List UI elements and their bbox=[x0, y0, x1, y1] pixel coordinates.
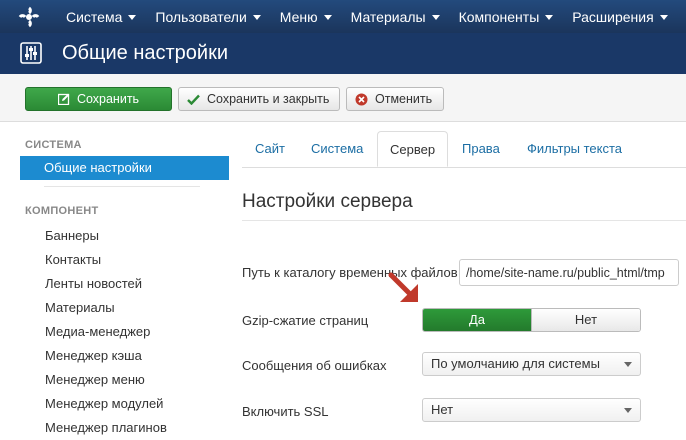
cancel-circle-icon bbox=[355, 93, 368, 106]
menu-components[interactable]: Компоненты bbox=[459, 9, 554, 25]
caret-down-icon bbox=[252, 15, 261, 20]
page-title: Общие настройки bbox=[62, 42, 228, 64]
top-menu: Система Пользователи Меню Материалы Комп… bbox=[66, 0, 686, 33]
caret-down-icon bbox=[431, 15, 440, 20]
tab-text-filters[interactable]: Фильтры текста bbox=[527, 131, 622, 167]
menu-system-label: Система bbox=[66, 8, 123, 25]
sidebar-divider bbox=[44, 186, 200, 187]
sidebar-item-articles[interactable]: Материалы bbox=[45, 300, 115, 315]
save-button[interactable]: Сохранить bbox=[25, 87, 172, 111]
gzip-toggle: Да Нет bbox=[422, 308, 641, 332]
save-and-close-label: Сохранить и закрыть bbox=[207, 92, 330, 106]
save-button-label: Сохранить bbox=[76, 92, 140, 106]
sidebar-item-contacts[interactable]: Контакты bbox=[45, 252, 101, 267]
sidebar-heading-system: СИСТЕМА bbox=[25, 139, 82, 151]
error-reporting-label: Сообщения об ошибках bbox=[242, 358, 387, 373]
sidebar-item-plugin-manager[interactable]: Менеджер плагинов bbox=[45, 420, 167, 435]
equalizer-settings-icon bbox=[20, 42, 42, 64]
menu-components-label: Компоненты bbox=[458, 8, 540, 25]
temp-path-input[interactable] bbox=[459, 259, 679, 286]
temp-path-label: Путь к каталогу временных файлов bbox=[242, 265, 458, 280]
caret-down-icon bbox=[659, 15, 668, 20]
joomla-logo-icon[interactable] bbox=[18, 6, 40, 28]
check-icon bbox=[187, 94, 200, 105]
menu-extensions[interactable]: Расширения bbox=[572, 8, 668, 25]
error-reporting-value: По умолчанию для системы bbox=[431, 356, 600, 371]
menu-users[interactable]: Пользователи bbox=[155, 8, 261, 25]
menu-users-label: Пользователи bbox=[155, 8, 247, 25]
sidebar-item-newsfeeds[interactable]: Ленты новостей bbox=[45, 276, 142, 291]
error-reporting-select[interactable]: По умолчанию для системы bbox=[422, 352, 641, 376]
red-pointer-arrow-icon bbox=[388, 272, 418, 302]
sidebar-item-cache-manager[interactable]: Менеджер кэша bbox=[45, 348, 142, 363]
tab-site[interactable]: Сайт bbox=[255, 131, 285, 167]
dropdown-arrow-icon bbox=[624, 362, 632, 367]
sidebar-item-global-configuration[interactable]: Общие настройки bbox=[20, 156, 229, 180]
config-tabs: Сайт Система Сервер Права Фильтры текста bbox=[242, 131, 686, 168]
caret-down-icon bbox=[323, 15, 332, 20]
caret-down-icon bbox=[545, 15, 554, 20]
save-and-close-button[interactable]: Сохранить и закрыть bbox=[178, 87, 340, 111]
gzip-no-option[interactable]: Нет bbox=[531, 309, 640, 331]
cancel-button-label: Отменить bbox=[375, 92, 433, 106]
sidebar-item-media-manager[interactable]: Медиа-менеджер bbox=[45, 324, 150, 339]
gzip-yes-option[interactable]: Да bbox=[423, 309, 531, 331]
menu-menus-label: Меню bbox=[279, 8, 318, 25]
toolbar: Сохранить Сохранить и закрыть Отменить bbox=[0, 74, 686, 122]
section-divider bbox=[242, 220, 686, 221]
menu-menus[interactable]: Меню bbox=[280, 9, 332, 25]
top-navigation-bar: Система Пользователи Меню Материалы Комп… bbox=[0, 0, 686, 33]
tab-server[interactable]: Сервер bbox=[377, 131, 449, 167]
caret-down-icon bbox=[128, 15, 137, 20]
force-ssl-value: Нет bbox=[431, 402, 454, 417]
sidebar-item-module-manager[interactable]: Менеджер модулей bbox=[45, 396, 163, 411]
tab-permissions[interactable]: Права bbox=[462, 131, 500, 167]
sidebar-item-menu-manager[interactable]: Менеджер меню bbox=[45, 372, 145, 387]
menu-extensions-label: Расширения bbox=[572, 8, 654, 25]
sidebar-item-banners[interactable]: Баннеры bbox=[45, 228, 99, 243]
force-ssl-label: Включить SSL bbox=[242, 404, 329, 419]
page-header: Общие настройки bbox=[0, 33, 686, 74]
force-ssl-select[interactable]: Нет bbox=[422, 398, 641, 422]
section-title: Настройки сервера bbox=[242, 191, 413, 212]
menu-system[interactable]: Система bbox=[66, 8, 137, 25]
cancel-button[interactable]: Отменить bbox=[346, 87, 444, 111]
edit-icon bbox=[57, 93, 70, 105]
gzip-label: Gzip-сжатие страниц bbox=[242, 313, 369, 328]
sidebar-heading-component: КОМПОНЕНТ bbox=[25, 205, 99, 217]
tab-system[interactable]: Система bbox=[311, 131, 363, 167]
dropdown-arrow-icon bbox=[624, 408, 632, 413]
menu-content[interactable]: Материалы bbox=[351, 9, 440, 25]
menu-content-label: Материалы bbox=[350, 8, 426, 25]
